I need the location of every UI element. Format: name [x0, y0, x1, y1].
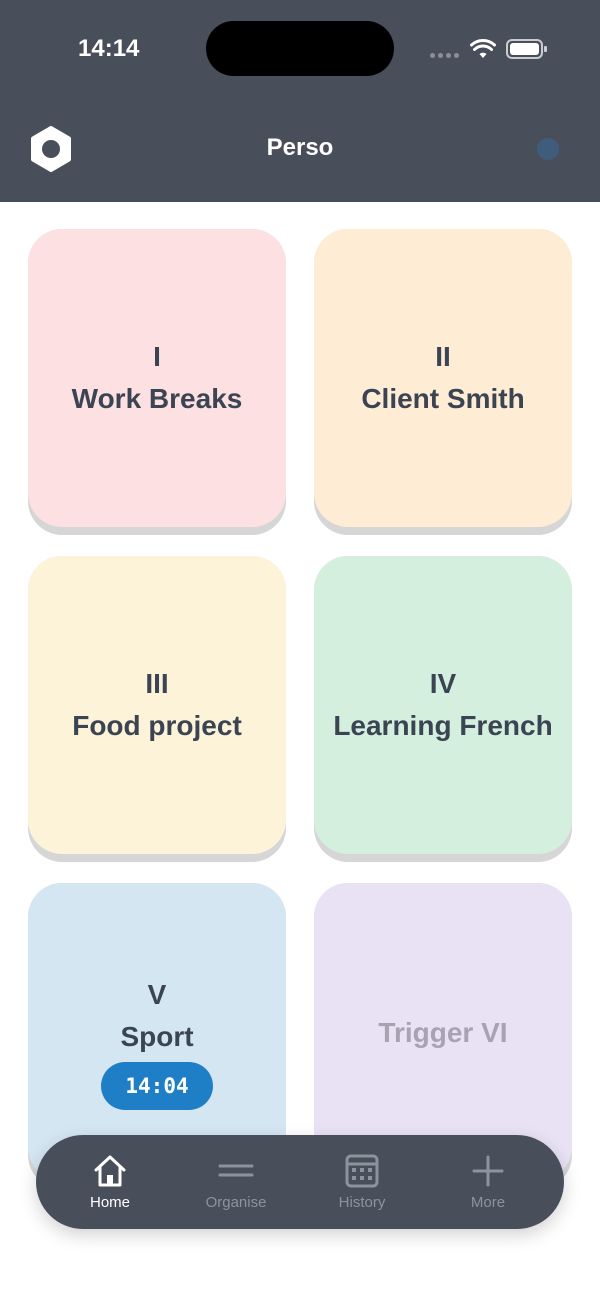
- tile-numeral: II: [435, 341, 451, 372]
- running-timer-badge[interactable]: 14:04: [101, 1062, 213, 1110]
- menu-lines-icon: [218, 1164, 254, 1177]
- tab-label: Home: [89, 1194, 130, 1211]
- wifi-icon: [470, 39, 496, 58]
- tile-numeral: V: [147, 979, 167, 1010]
- tile-face: I Work Breaks: [28, 229, 286, 527]
- status-icons: [428, 34, 552, 64]
- cellular-signal-icon: [430, 53, 460, 59]
- top-header: 14:14 Perso: [0, 0, 600, 202]
- tile-name: Trigger VI: [378, 1017, 508, 1048]
- tile-name: Work Breaks: [71, 383, 243, 414]
- home-icon: [94, 1155, 126, 1187]
- page-title: Perso: [266, 134, 334, 161]
- status-indicator-dot[interactable]: [537, 138, 559, 160]
- tile-numeral: III: [145, 668, 169, 699]
- tile-face: IV Learning French: [314, 556, 572, 854]
- tile-name: Sport: [120, 1021, 194, 1052]
- tile-name: Food project: [72, 710, 242, 741]
- tile-numeral: IV: [429, 668, 457, 699]
- tile-name: Learning French: [333, 710, 553, 741]
- tile-face: III Food project: [28, 556, 286, 854]
- tile-client-smith[interactable]: II Client Smith: [314, 229, 572, 535]
- battery-icon: [506, 39, 547, 59]
- settings-gear-icon[interactable]: [28, 126, 74, 172]
- bottom-tab-bar: Home Organise History More: [36, 1135, 564, 1229]
- tile-learning-french[interactable]: IV Learning French: [314, 556, 572, 862]
- tab-label: Organise: [205, 1194, 267, 1211]
- tab-history[interactable]: History: [299, 1135, 425, 1229]
- calendar-icon: [345, 1154, 379, 1188]
- tab-label: History: [338, 1194, 386, 1211]
- tab-home[interactable]: Home: [47, 1135, 173, 1229]
- dynamic-island: [206, 21, 394, 76]
- tile-face: II Client Smith: [314, 229, 572, 527]
- tab-organise[interactable]: Organise: [173, 1135, 299, 1229]
- tab-more[interactable]: More: [425, 1135, 551, 1229]
- plus-icon: [472, 1155, 504, 1187]
- tile-food-project[interactable]: III Food project: [28, 556, 286, 862]
- status-time: 14:14: [78, 35, 140, 62]
- tab-label: More: [470, 1194, 506, 1211]
- tile-numeral: I: [153, 341, 161, 372]
- tile-work-breaks[interactable]: I Work Breaks: [28, 229, 286, 535]
- tile-name: Client Smith: [361, 383, 525, 414]
